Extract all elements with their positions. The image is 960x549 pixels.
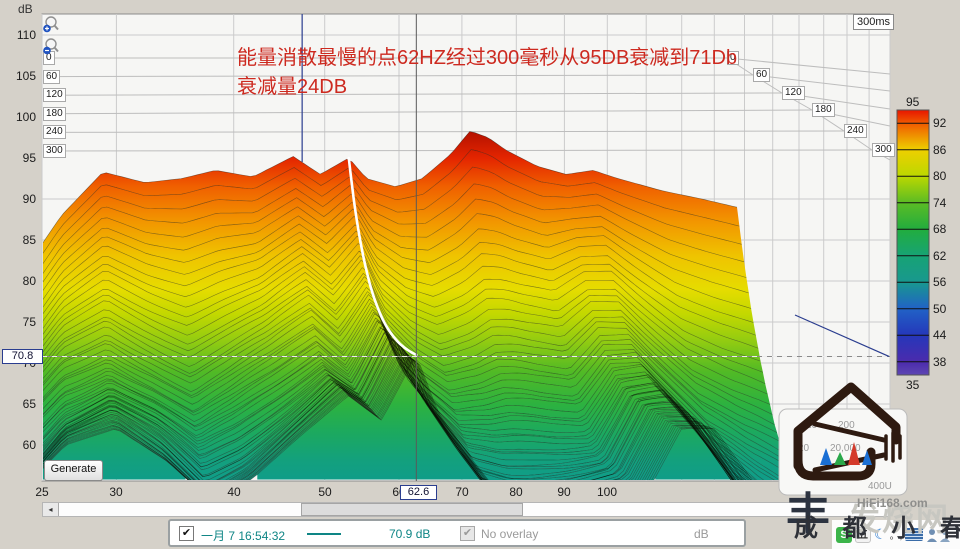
annotation-line2: 衰减量24DB — [237, 73, 817, 102]
y-tick-label: 90 — [2, 192, 36, 206]
time-label-left: 120 — [43, 88, 66, 102]
y-tick-label: 80 — [2, 274, 36, 288]
y-tick-label: 110 — [2, 28, 36, 42]
colorbar-min-label: 35 — [906, 378, 919, 392]
scrollbar-left-arrow[interactable]: ◂ — [43, 503, 59, 516]
colorbar-max-label: 95 — [906, 95, 919, 109]
app-window: 102002020,000400U dB 能量消散最慢的点62HZ经过300毫秒… — [0, 0, 960, 549]
y-tick-label: 60 — [2, 438, 36, 452]
y-tick-label: 100 — [2, 110, 36, 124]
status-unit-label: dB — [694, 527, 709, 541]
scrollbar-thumb[interactable] — [301, 503, 523, 516]
status-bar: ✔ 一月 7 16:54:32 70.9 dB ✔ No overlay dB — [168, 519, 746, 547]
x-tick-label: 30 — [109, 485, 122, 499]
y-tick-label: 75 — [2, 315, 36, 329]
cursor-freq-box: 62.6 — [400, 485, 437, 500]
watermark-name-text: 成 都 小 春 — [794, 508, 960, 543]
y-tick-label: 105 — [2, 69, 36, 83]
x-tick-label: 40 — [227, 485, 240, 499]
colorbar — [897, 110, 929, 375]
time-label-left: 60 — [43, 70, 60, 84]
x-tick-label: 50 — [318, 485, 331, 499]
x-tick-label: 100 — [597, 485, 617, 499]
trace-level-value: 70.9 dB — [389, 527, 430, 541]
time-label-left: 240 — [43, 125, 66, 139]
horizontal-scrollbar[interactable]: ◂ — [42, 502, 889, 517]
annotation-text: 能量消散最慢的点62HZ经过300毫秒从95DB衰减到71Db 衰减量24DB — [237, 44, 817, 102]
colorbar-tick-label: 86 — [933, 143, 946, 157]
x-tick-label: 70 — [455, 485, 468, 499]
y-tick-label: 85 — [2, 233, 36, 247]
y-tick-label: 95 — [2, 151, 36, 165]
colorbar-tick-label: 68 — [933, 222, 946, 236]
colorbar-tick-label: 74 — [933, 196, 946, 210]
generate-button[interactable]: Generate — [44, 460, 103, 481]
trace-checkbox[interactable]: ✔ — [179, 526, 194, 541]
colorbar-tick-label: 44 — [933, 328, 946, 342]
colorbar-tick-label: 62 — [933, 249, 946, 263]
annotation-line1: 能量消散最慢的点62HZ经过300毫秒从95DB衰减到71Db — [237, 44, 817, 73]
zoom-out-icon — [42, 37, 61, 58]
zoom-in-button[interactable] — [42, 15, 61, 36]
svg-text:400U: 400U — [868, 481, 892, 492]
x-tick-label: 25 — [35, 485, 48, 499]
colorbar-tick-label: 56 — [933, 275, 946, 289]
cursor-level-box: 70.8 — [2, 349, 43, 364]
zoom-out-button[interactable] — [42, 37, 61, 58]
time-label-right: 240 — [844, 124, 867, 138]
overlay-label: No overlay — [481, 527, 538, 541]
time-label-right: 180 — [812, 103, 835, 117]
colorbar-tick-label: 80 — [933, 169, 946, 183]
colorbar-tick-label: 38 — [933, 355, 946, 369]
colorbar-tick-label: 92 — [933, 116, 946, 130]
x-tick-label: 80 — [509, 485, 522, 499]
trace-color-swatch — [307, 533, 341, 535]
trace-name: 一月 7 16:54:32 — [201, 527, 285, 544]
zoom-in-icon — [42, 15, 61, 36]
overlay-checkbox[interactable]: ✔ — [460, 526, 475, 541]
y-axis-unit-label: dB — [18, 2, 33, 16]
time-label-right: 300 — [872, 143, 895, 157]
y-tick-label: 65 — [2, 397, 36, 411]
time-label-left: 300 — [43, 144, 66, 158]
time-range-badge: 300ms — [853, 14, 894, 30]
x-tick-label: 90 — [557, 485, 570, 499]
time-label-left: 180 — [43, 107, 66, 121]
colorbar-tick-label: 50 — [933, 302, 946, 316]
